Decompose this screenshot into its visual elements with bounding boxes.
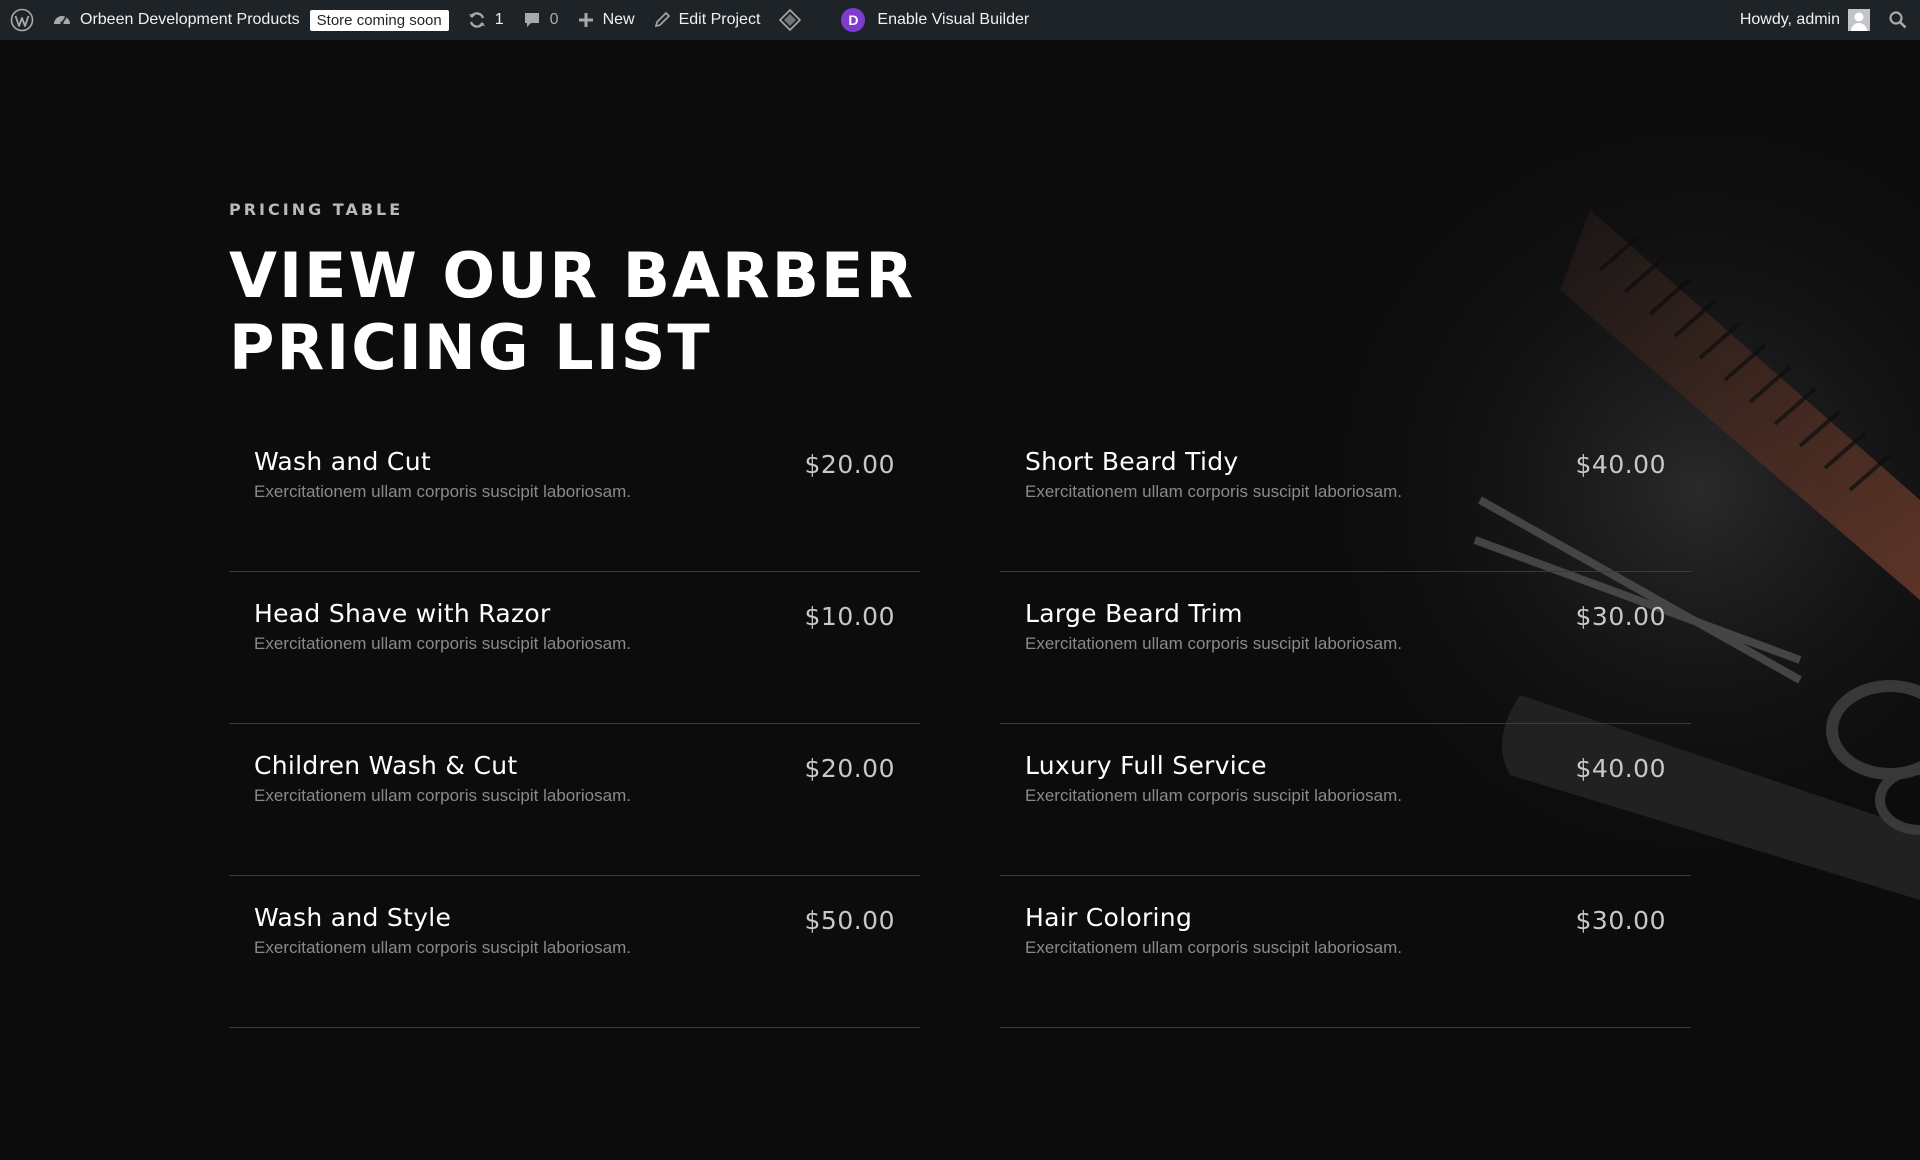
- pricing-item: Short Beard Tidy Exercitationem ullam co…: [1000, 420, 1691, 572]
- pricing-item: Children Wash & Cut Exercitationem ullam…: [229, 724, 920, 876]
- store-status-badge[interactable]: Store coming soon: [309, 9, 449, 31]
- edit-project-link[interactable]: Edit Project: [644, 0, 770, 40]
- pricing-item-price: $30.00: [1575, 906, 1666, 935]
- pricing-item-title: Luxury Full Service: [1025, 751, 1267, 780]
- plus-icon: [577, 11, 595, 29]
- pricing-item-title: Wash and Cut: [254, 447, 431, 476]
- pricing-item-price: $40.00: [1575, 450, 1666, 479]
- pricing-item: Wash and Cut Exercitationem ullam corpor…: [229, 420, 920, 572]
- admin-bar: Orbeen Development Products Store coming…: [0, 0, 1920, 40]
- edit-project-label: Edit Project: [678, 11, 761, 28]
- enable-visual-builder-link[interactable]: D Enable Visual Builder: [819, 0, 1038, 40]
- pricing-item-price: $50.00: [804, 906, 895, 935]
- divi-logo-icon: D: [841, 8, 866, 32]
- pricing-item-price: $30.00: [1575, 602, 1666, 631]
- pricing-item-price: $20.00: [804, 754, 895, 783]
- pricing-column-right: Short Beard Tidy Exercitationem ullam co…: [1000, 420, 1691, 1028]
- new-label: New: [602, 11, 635, 28]
- pricing-item-title: Hair Coloring: [1025, 903, 1193, 932]
- pricing-item-price: $40.00: [1575, 754, 1666, 783]
- site-name: Orbeen Development Products: [80, 11, 300, 28]
- pricing-item-description: Exercitationem ullam corporis suscipit l…: [254, 786, 631, 805]
- section-eyebrow: PRICING TABLE: [229, 200, 404, 219]
- divi-diamond-icon: [778, 8, 802, 32]
- my-account-link[interactable]: Howdy, admin: [1731, 0, 1879, 40]
- wordpress-logo-icon: [10, 8, 34, 32]
- avatar-icon: [1848, 9, 1870, 31]
- comments-count: 0: [549, 11, 559, 28]
- pricing-item-title: Head Shave with Razor: [254, 599, 551, 628]
- page-title-line-1: VIEW OUR BARBER: [229, 239, 916, 312]
- updates-count: 1: [494, 11, 504, 28]
- pricing-item: Hair Coloring Exercitationem ullam corpo…: [1000, 876, 1691, 1028]
- search-button[interactable]: [1879, 0, 1920, 40]
- pricing-item-description: Exercitationem ullam corporis suscipit l…: [1025, 482, 1402, 501]
- pricing-item-description: Exercitationem ullam corporis suscipit l…: [1025, 786, 1402, 805]
- new-content-link[interactable]: New: [568, 0, 644, 40]
- site-name-link[interactable]: Orbeen Development Products Store coming…: [43, 0, 458, 40]
- pricing-item-price: $10.00: [804, 602, 895, 631]
- page-title: VIEW OUR BARBER PRICING LIST: [229, 240, 929, 384]
- search-icon: [1888, 10, 1908, 30]
- comments-link[interactable]: 0: [513, 0, 568, 40]
- pricing-item: Head Shave with Razor Exercitationem ull…: [229, 572, 920, 724]
- pricing-item-description: Exercitationem ullam corporis suscipit l…: [254, 634, 631, 653]
- pricing-item: Large Beard Trim Exercitationem ullam co…: [1000, 572, 1691, 724]
- pricing-column-left: Wash and Cut Exercitationem ullam corpor…: [229, 420, 920, 1028]
- page-title-line-2: PRICING LIST: [229, 311, 712, 384]
- pricing-item-description: Exercitationem ullam corporis suscipit l…: [1025, 634, 1402, 653]
- pricing-item-description: Exercitationem ullam corporis suscipit l…: [254, 482, 631, 501]
- updates-link[interactable]: 1: [458, 0, 513, 40]
- admin-bar-secondary: Howdy, admin: [1731, 0, 1920, 40]
- comments-icon: [522, 10, 542, 30]
- wordpress-menu[interactable]: [0, 0, 43, 40]
- pricing-item: Luxury Full Service Exercitationem ullam…: [1000, 724, 1691, 876]
- updates-icon: [467, 10, 487, 30]
- pricing-item-price: $20.00: [804, 450, 895, 479]
- pencil-icon: [653, 11, 671, 29]
- account-greeting: Howdy, admin: [1739, 11, 1840, 28]
- pricing-item-title: Short Beard Tidy: [1025, 447, 1239, 476]
- dashboard-icon: [52, 10, 72, 30]
- divi-diamond-link[interactable]: [769, 0, 819, 40]
- pricing-item-description: Exercitationem ullam corporis suscipit l…: [254, 938, 631, 957]
- pricing-item-title: Wash and Style: [254, 903, 452, 932]
- pricing-item-title: Large Beard Trim: [1025, 599, 1243, 628]
- visual-builder-label: Enable Visual Builder: [877, 11, 1030, 28]
- pricing-item: Wash and Style Exercitationem ullam corp…: [229, 876, 920, 1028]
- pricing-item-title: Children Wash & Cut: [254, 751, 518, 780]
- pricing-item-description: Exercitationem ullam corporis suscipit l…: [1025, 938, 1402, 957]
